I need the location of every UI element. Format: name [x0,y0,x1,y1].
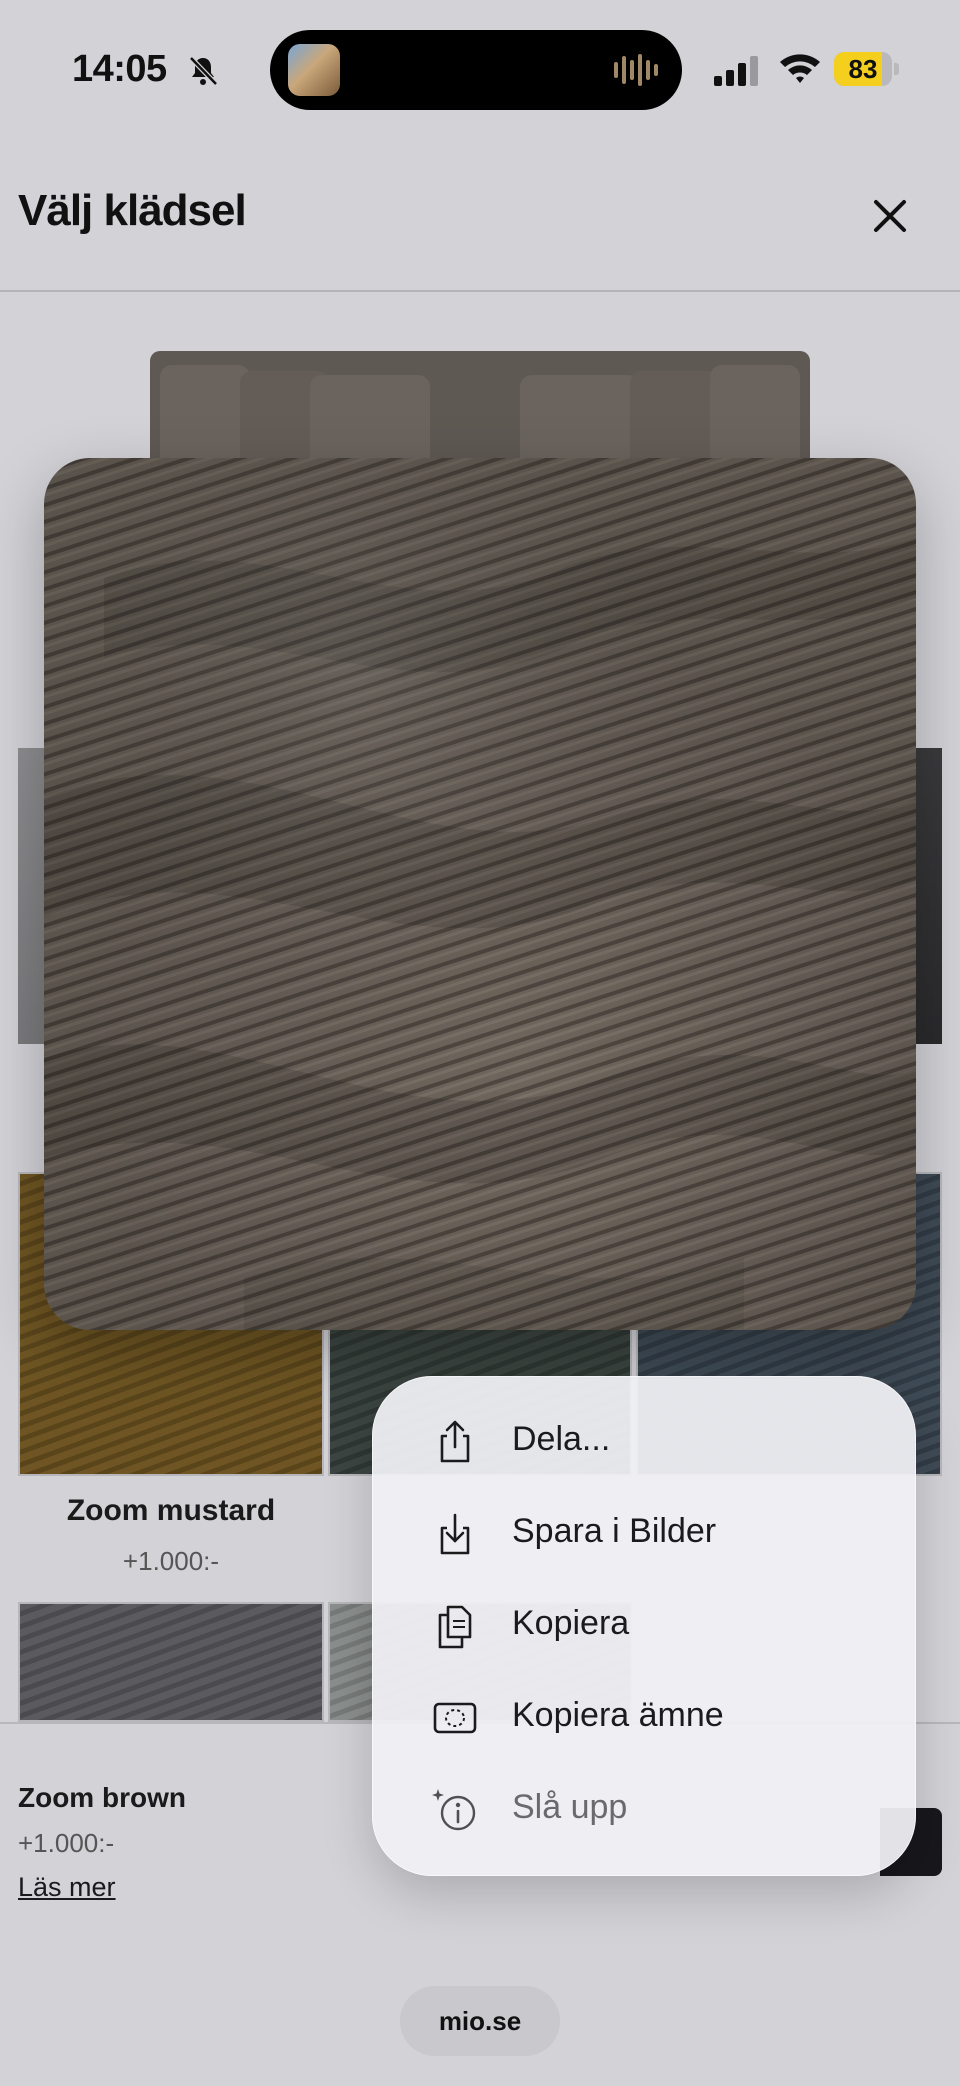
menu-label-share: Dela... [512,1420,611,1458]
menu-item-look-up[interactable]: Slå upp [372,1764,916,1856]
look-up-icon [432,1789,476,1831]
read-more-link[interactable]: Läs mer [18,1872,116,1903]
menu-item-share[interactable]: Dela... [372,1396,916,1488]
battery-percent: 83 [848,54,878,84]
copy-icon [438,1605,472,1649]
url-bar[interactable]: mio.se [400,1986,560,2056]
page-title: Välj klädsel [18,186,247,235]
status-bar: 14:05 83 [0,0,960,140]
corduroy-fabric-image [44,458,916,1330]
menu-label-copy: Kopiera [512,1604,630,1642]
swatch-partial-right[interactable] [914,748,942,1044]
context-menu: Dela... Spara i Bilder Kopiera Kopiera ä… [372,1376,916,1876]
wifi-icon [780,54,820,83]
battery-indicator: 83 [834,52,900,86]
close-icon[interactable] [866,192,914,240]
cellular-signal-icon [714,56,758,86]
fabric-tile-grey[interactable] [18,1602,324,1722]
menu-label-copy-subject: Kopiera ämne [512,1696,724,1734]
menu-item-copy-subject[interactable]: Kopiera ämne [372,1672,916,1764]
save-to-photos-icon [440,1513,470,1555]
share-icon [440,1420,470,1463]
menu-item-save-to-photos[interactable]: Spara i Bilder [372,1488,916,1580]
menu-label-look-up: Slå upp [512,1788,628,1826]
audio-waveform-icon [614,54,658,86]
copy-subject-icon [433,1702,477,1734]
fabric-name: Zoom mustard [66,1494,276,1527]
sheet-header: Välj klädsel [0,140,960,292]
bell-slash-icon [189,56,218,86]
selected-fabric-name: Zoom brown [18,1782,186,1813]
menu-label-save-to-photos: Spara i Bilder [512,1512,717,1550]
selected-fabric-price: +1.000:- [18,1828,115,1858]
dynamic-island[interactable] [270,30,682,110]
island-app-icon [288,44,340,96]
status-time: 14:05 [72,48,167,90]
fabric-preview-image [44,458,916,1330]
menu-item-copy[interactable]: Kopiera [372,1580,916,1672]
fabric-price: +1.000:- [122,1546,220,1576]
